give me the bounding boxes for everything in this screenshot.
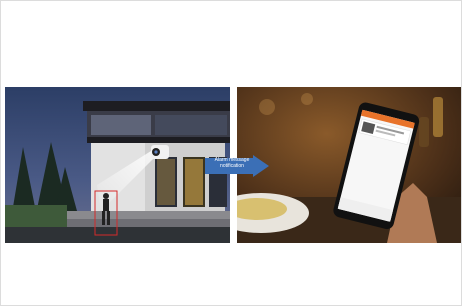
security-camera (151, 145, 169, 159)
arrow-label-line2: notification (220, 163, 244, 169)
image-frame: Alarm message notification (0, 0, 462, 306)
phone-scene-photo (237, 87, 461, 243)
arrow-label: Alarm message notification (205, 157, 259, 169)
camera-scene-photo (5, 87, 230, 243)
